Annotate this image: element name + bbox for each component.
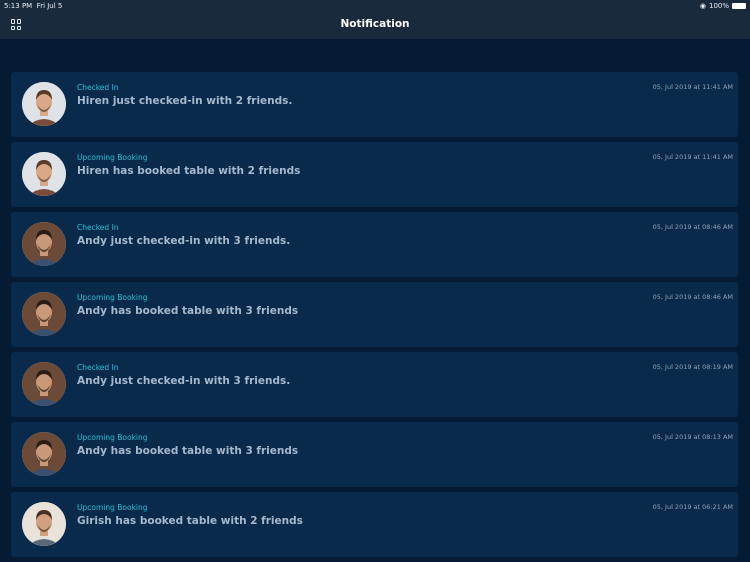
notification-timestamp: 05, Jul 2019 at 08:46 AM <box>652 223 733 231</box>
notification-category: Upcoming Booking <box>77 153 148 162</box>
notification-category: Checked In <box>77 223 119 232</box>
notification-category: Upcoming Booking <box>77 503 148 512</box>
avatar <box>22 222 66 266</box>
page-title: Notification <box>340 18 410 30</box>
status-indicators: ◉ 100% <box>700 2 746 10</box>
notification-category: Checked In <box>77 83 119 92</box>
battery-percent: 100% <box>708 2 729 10</box>
notification-timestamp: 05, Jul 2019 at 08:19 AM <box>652 363 733 371</box>
notification-message: Andy has booked table with 3 friends <box>77 445 299 457</box>
notification-category: Checked In <box>77 363 119 372</box>
date: Fri Jul 5 <box>36 2 63 10</box>
navigation-bar: 5:13 PM Fri Jul 5 ◉ 100% Notification <box>0 0 750 39</box>
notification-card[interactable]: Upcoming Booking Hiren has booked table … <box>11 142 738 207</box>
notification-timestamp: 05, Jul 2019 at 11:41 AM <box>652 83 733 91</box>
notification-card[interactable]: Checked In Andy just checked-in with 3 f… <box>11 212 738 277</box>
notification-card[interactable]: Upcoming Booking Girish has booked table… <box>11 492 738 557</box>
notification-message: Andy just checked-in with 3 friends. <box>77 235 291 247</box>
notification-message: Andy just checked-in with 3 friends. <box>77 375 291 387</box>
avatar <box>22 82 66 126</box>
battery-icon <box>732 3 746 9</box>
notification-timestamp: 05, Jul 2019 at 11:41 AM <box>652 153 733 161</box>
notification-card[interactable]: Checked In Hiren just checked-in with 2 … <box>11 72 738 137</box>
time: 5:13 PM <box>4 2 33 10</box>
notification-timestamp: 05, Jul 2019 at 06:21 AM <box>652 503 733 511</box>
avatar <box>22 502 66 546</box>
avatar <box>22 432 66 476</box>
notification-message: Hiren has booked table with 2 friends <box>77 165 301 177</box>
notification-message: Hiren just checked-in with 2 friends. <box>77 95 293 107</box>
notification-message: Girish has booked table with 2 friends <box>77 515 303 527</box>
notification-list: Checked In Hiren just checked-in with 2 … <box>11 72 738 562</box>
notification-timestamp: 05, Jul 2019 at 08:13 AM <box>652 433 733 441</box>
status-time: 5:13 PM Fri Jul 5 <box>4 2 62 10</box>
notification-message: Andy has booked table with 3 friends <box>77 305 299 317</box>
avatar <box>22 362 66 406</box>
avatar <box>22 152 66 196</box>
notification-category: Upcoming Booking <box>77 433 148 442</box>
notification-card[interactable]: Upcoming Booking Andy has booked table w… <box>11 282 738 347</box>
wifi-icon: ◉ <box>699 2 706 10</box>
notification-timestamp: 05, Jul 2019 at 08:46 AM <box>652 293 733 301</box>
notification-card[interactable]: Upcoming Booking Andy has booked table w… <box>11 422 738 487</box>
notification-category: Upcoming Booking <box>77 293 148 302</box>
notification-card[interactable]: Checked In Andy just checked-in with 3 f… <box>11 352 738 417</box>
avatar <box>22 292 66 336</box>
